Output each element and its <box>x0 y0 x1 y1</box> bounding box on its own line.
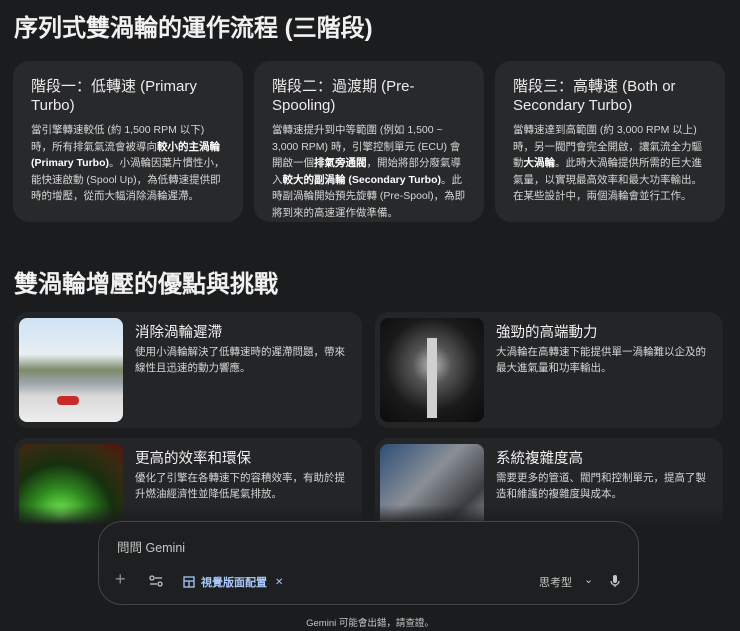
stage-card-3: 階段三：高轉速 (Both or Secondary Turbo) 當轉速達到高… <box>495 61 725 222</box>
benefit-card: 強勁的高端動力 大渦輪在高轉速下能提供單一渦輪難以企及的最大進氣量和功率輸出。 <box>375 312 723 428</box>
tool-chip-label: 視覺版面配置 <box>201 577 267 589</box>
mode-label: 思考型 <box>539 577 572 589</box>
layout-icon <box>183 576 195 588</box>
page-title: 序列式雙渦輪的運作流程 (三階段) <box>14 15 373 42</box>
tool-chip-visual-layout[interactable]: 視覺版面配置 ✕ <box>183 574 283 590</box>
mode-selector[interactable]: 思考型 ⌄ <box>539 574 593 590</box>
stage-title: 階段三：高轉速 (Both or Secondary Turbo) <box>513 78 676 114</box>
benefit-title: 系統複雜度高 <box>496 451 583 467</box>
stage-title: 階段二：過渡期 (Pre-Spooling) <box>272 78 415 114</box>
benefit-desc: 優化了引擎在各轉速下的容積效率，有助於提升燃油經濟性並降低尾氣排放。 <box>135 472 345 500</box>
stage-card-2: 階段二：過渡期 (Pre-Spooling) 當轉速提升到中等範圍 (例如 1,… <box>254 61 484 222</box>
engine-image <box>380 318 484 422</box>
stage-desc: 當轉速提升到中等範圍 (例如 1,500 ~ 3,000 RPM) 時，引擎控制… <box>272 124 466 219</box>
stage-desc: 當引擎轉速較低 (約 1,500 RPM 以下) 時，所有排氣氣流會被導向較小的… <box>31 124 225 202</box>
tools-button[interactable] <box>149 574 163 588</box>
benefit-desc: 需要更多的管道、閥門和控制單元，提高了製造和維護的複雜度與成本。 <box>496 472 706 500</box>
stage-card-1: 階段一：低轉速 (Primary Turbo) 當引擎轉速較低 (約 1,500… <box>13 61 243 222</box>
section-title: 雙渦輪增壓的優點與挑戰 <box>14 271 278 298</box>
benefit-desc: 大渦輪在高轉速下能提供單一渦輪難以企及的最大進氣量和功率輸出。 <box>496 346 706 374</box>
microphone-button[interactable] <box>609 574 621 588</box>
sliders-icon <box>149 575 163 587</box>
stage-desc: 當轉速達到高範圍 (約 3,000 RPM 以上) 時，另一閥門會完全開啟，讓氣… <box>513 124 702 202</box>
chevron-down-icon: ⌄ <box>584 573 594 586</box>
benefit-card: 消除渦輪遲滯 使用小渦輪解決了低轉速時的遲滯問題，帶來線性且迅速的動力響應。 <box>14 312 362 428</box>
close-icon[interactable]: ✕ <box>275 577 283 588</box>
prompt-input[interactable]: 問問 Gemini <box>117 537 185 556</box>
prompt-composer: 問問 Gemini + 視覺版面配置 ✕ 思考型 ⌄ <box>98 521 639 605</box>
benefit-title: 消除渦輪遲滯 <box>135 325 222 341</box>
disclaimer: Gemini 可能會出錯，請查證。 <box>306 618 434 629</box>
add-button[interactable]: + <box>115 569 126 590</box>
benefit-title: 強勁的高端動力 <box>496 325 598 341</box>
race-car-image <box>19 318 123 422</box>
stage-title: 階段一：低轉速 (Primary Turbo) <box>31 78 197 114</box>
benefit-title: 更高的效率和環保 <box>135 451 251 467</box>
microphone-icon <box>610 575 620 587</box>
benefit-desc: 使用小渦輪解決了低轉速時的遲滯問題，帶來線性且迅速的動力響應。 <box>135 346 345 374</box>
